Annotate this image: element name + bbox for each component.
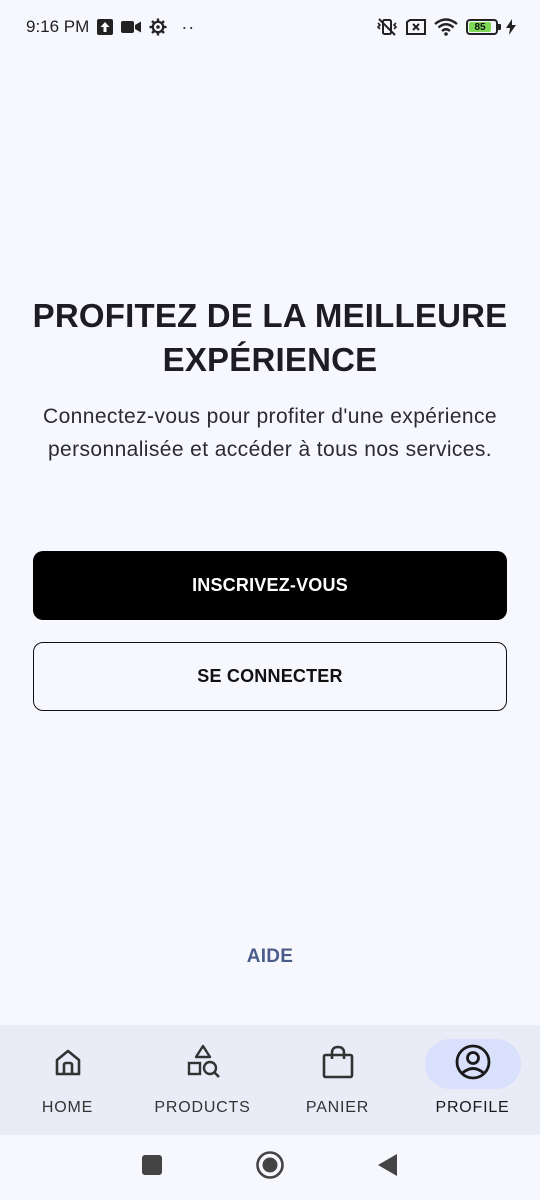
nav-label-home: HOME	[41, 1099, 94, 1116]
home-circle-icon	[255, 1150, 285, 1185]
page-title: PROFITEZ DE LA MEILLEURE EXPÉRIENCE	[32, 297, 508, 378]
nav-label-products: PRODUCTS	[154, 1099, 251, 1116]
recent-apps-icon	[141, 1154, 163, 1181]
recent-apps-button[interactable]	[93, 1154, 211, 1181]
bottom-navigation: HOME PRODUCTS PANIER PROFILE	[0, 1025, 540, 1135]
back-triangle-icon	[377, 1153, 399, 1182]
account-circle-icon	[454, 1043, 492, 1086]
login-button[interactable]: SE CONNECTER	[33, 642, 507, 711]
status-time: 9:16 PM	[26, 17, 90, 36]
vibrate-off-icon	[376, 18, 398, 36]
screen: 9:16 PM ·· 85 PROFITEZ DE LA MEILLEURE E…	[0, 0, 540, 1200]
battery-cap	[498, 24, 501, 30]
status-left: 9:16 PM ··	[26, 17, 195, 38]
battery-icon: 85	[466, 19, 501, 35]
more-dots-icon: ··	[181, 16, 196, 37]
charging-bolt-icon	[506, 19, 516, 35]
nav-item-profile[interactable]: PROFILE	[405, 1025, 540, 1135]
help-link[interactable]: AIDE	[0, 946, 540, 968]
nav-item-panier[interactable]: PANIER	[270, 1025, 405, 1135]
nav-pill	[155, 1039, 251, 1089]
system-home-button[interactable]	[211, 1150, 329, 1185]
back-button[interactable]	[329, 1153, 447, 1182]
nav-pill	[20, 1039, 116, 1089]
status-bar: 9:16 PM ·· 85	[0, 0, 540, 56]
home-icon	[52, 1046, 84, 1083]
battery-level: 85	[469, 22, 492, 33]
page-subtitle: Connectez-vous pour profiter d'une expér…	[43, 405, 497, 461]
wifi-icon	[434, 18, 458, 36]
nav-pill	[290, 1039, 386, 1089]
video-camera-icon	[121, 20, 142, 34]
upload-icon	[97, 19, 114, 35]
nav-item-home[interactable]: HOME	[0, 1025, 135, 1135]
nav-label-profile: PROFILE	[435, 1099, 510, 1116]
sim-x-icon	[406, 19, 426, 35]
nav-item-products[interactable]: PRODUCTS	[135, 1025, 270, 1135]
gear-icon	[149, 18, 167, 36]
shapes-search-icon	[185, 1044, 221, 1085]
shopping-bag-icon	[320, 1044, 356, 1085]
status-right: 85	[376, 18, 516, 36]
signup-button[interactable]: INSCRIVEZ-VOUS	[33, 551, 507, 620]
nav-pill-active	[424, 1039, 521, 1089]
system-navigation-bar	[0, 1135, 540, 1200]
nav-label-panier: PANIER	[305, 1099, 370, 1116]
